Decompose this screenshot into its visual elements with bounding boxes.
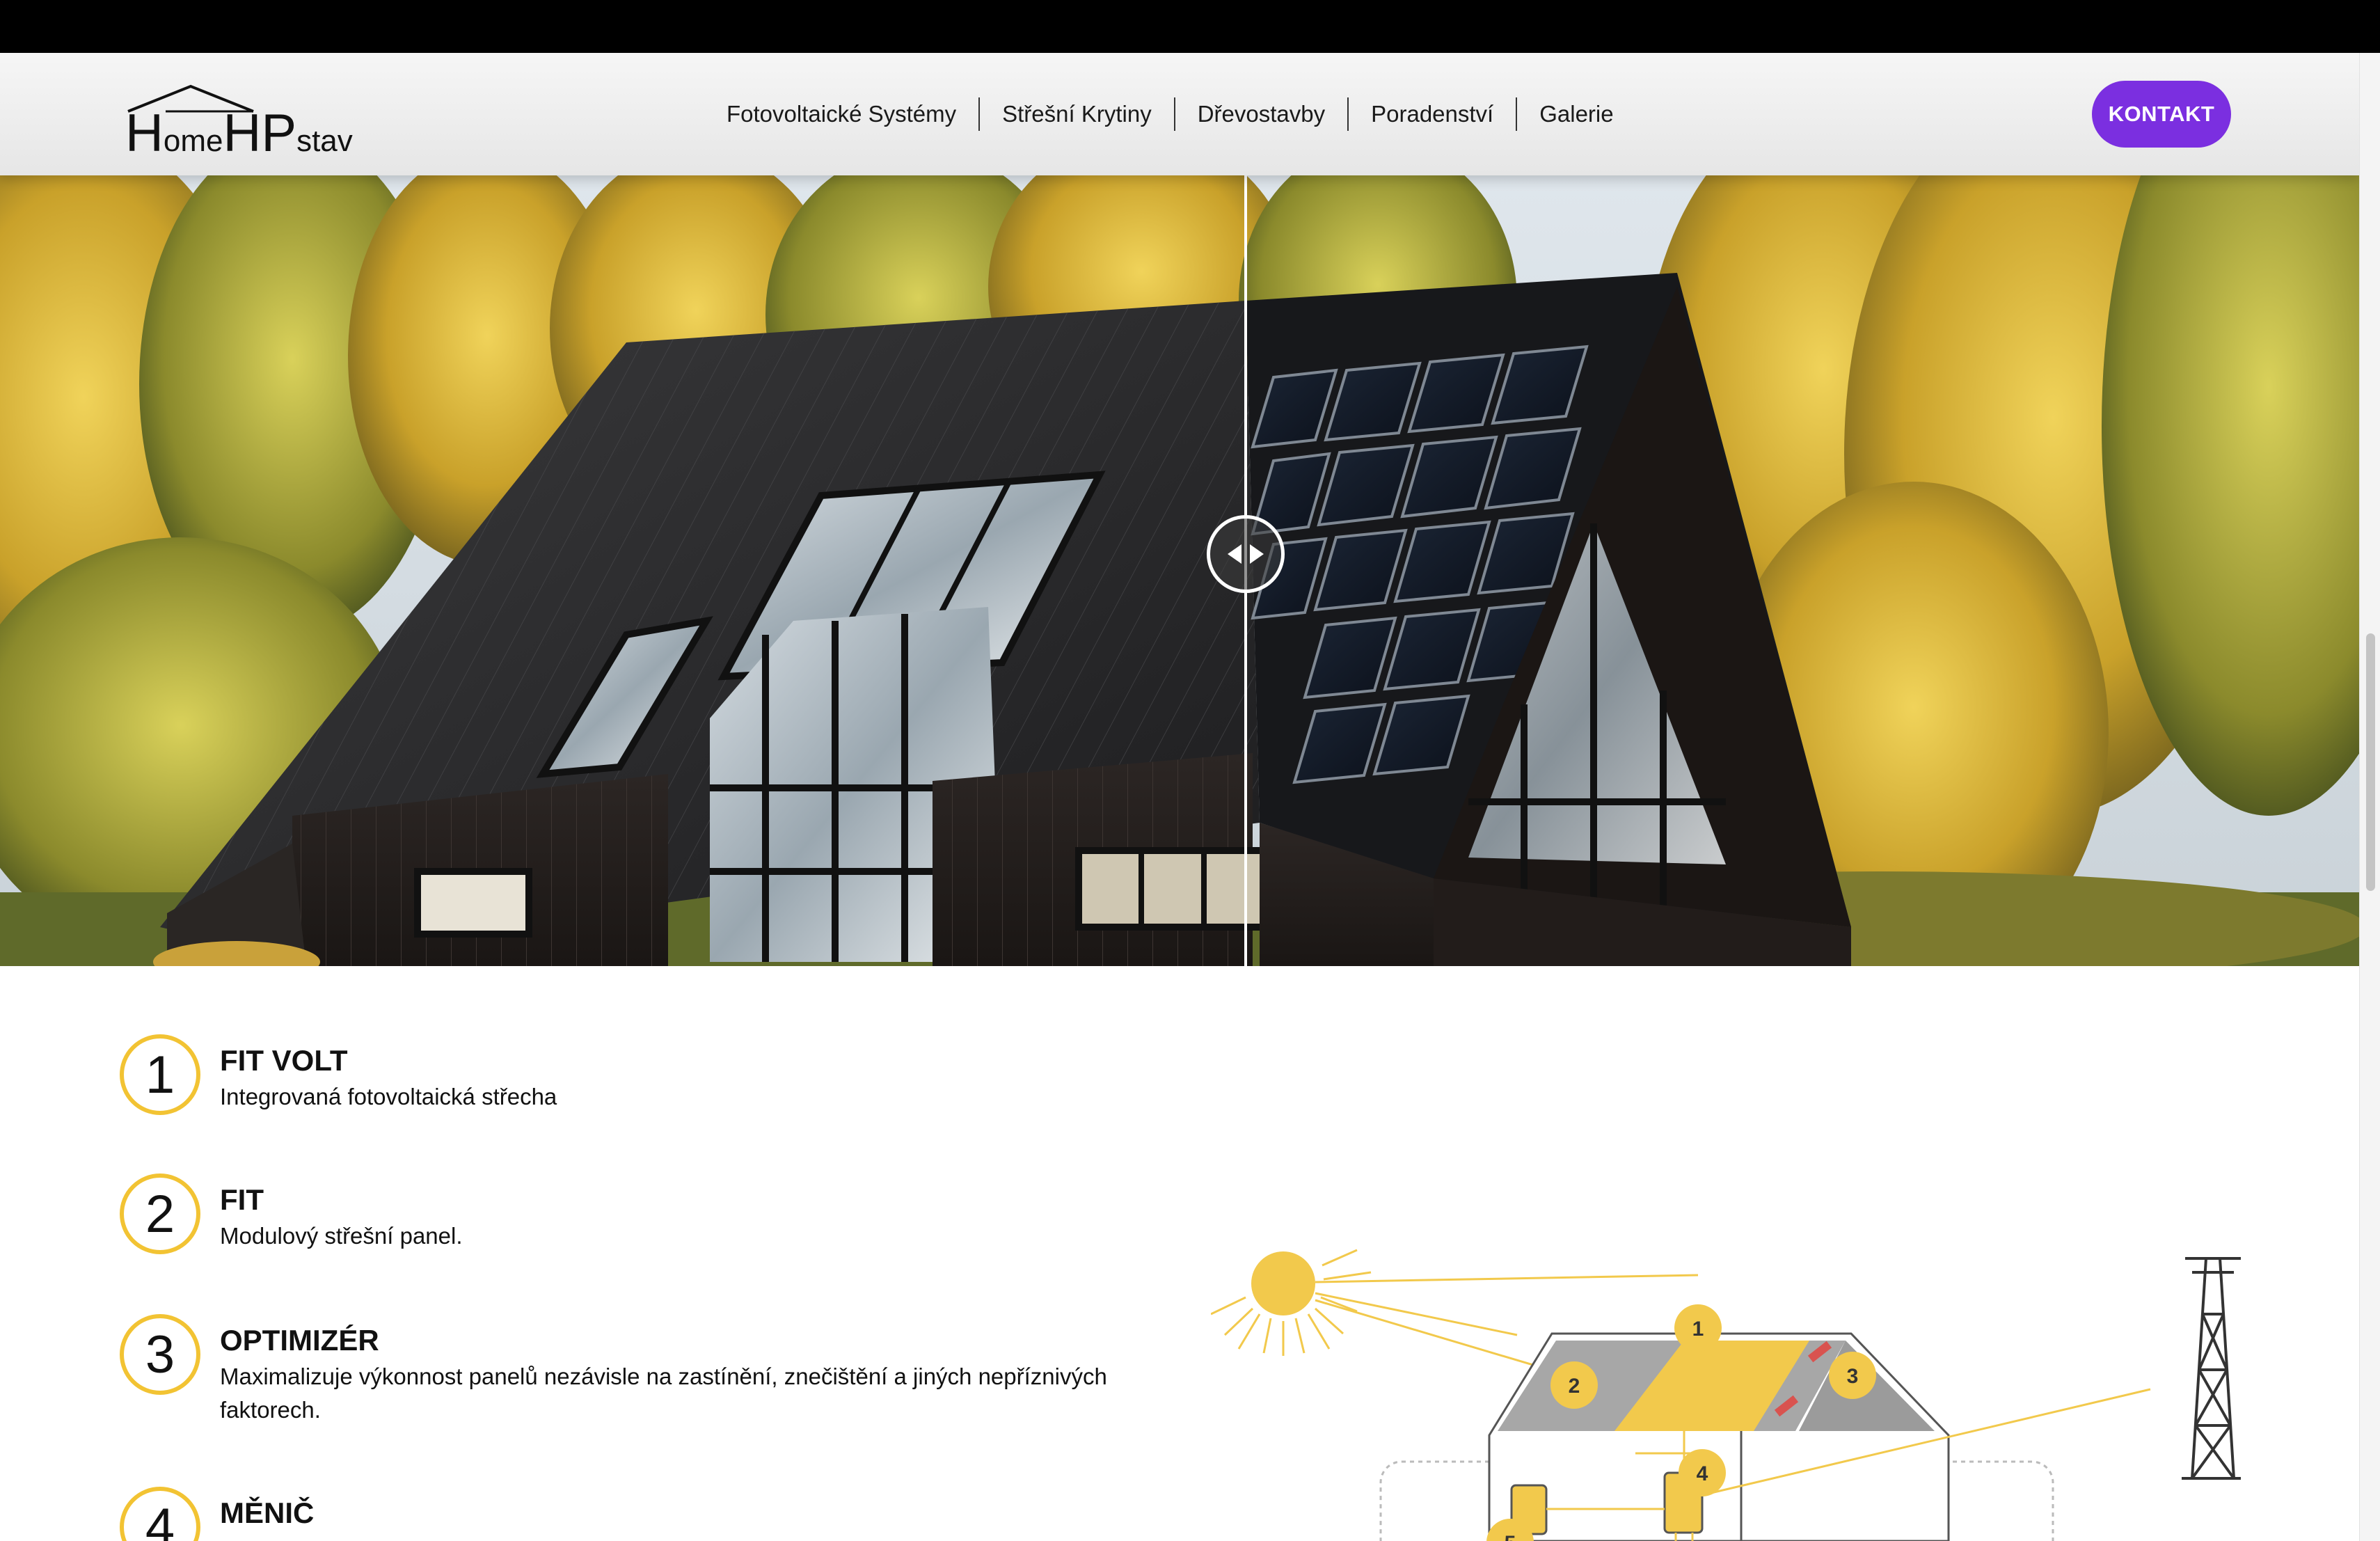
- nav-item-galerie[interactable]: Galerie: [1517, 93, 1635, 135]
- logo-hp: HP: [223, 104, 297, 163]
- house-icon: 1 2 3 4 5: [1210, 1249, 2244, 1541]
- main-navigation: Fotovoltaické Systémy Střešní Krytiny Dř…: [704, 93, 1636, 135]
- left-right-arrows-icon: [1228, 544, 1264, 564]
- power-pylon-icon: [2182, 1257, 2244, 1480]
- page-scrollbar[interactable]: [2359, 53, 2380, 1541]
- contact-button[interactable]: KONTAKT: [2092, 81, 2231, 148]
- page: HomeHPstav Fotovoltaické Systémy Střešní…: [0, 53, 2359, 1541]
- svg-text:1: 1: [1692, 1318, 1704, 1341]
- feature-title: MĚNIČ: [220, 1496, 315, 1529]
- feature-number: 1: [120, 1034, 200, 1115]
- svg-text:5: 5: [1505, 1532, 1516, 1541]
- compare-slider-handle[interactable]: [1207, 515, 1285, 593]
- logo-stav: stav: [296, 124, 353, 158]
- feature-number: 2: [120, 1173, 200, 1254]
- nav-item-stresni-krytiny[interactable]: Střešní Krytiny: [980, 93, 1174, 135]
- site-logo[interactable]: HomeHPstav: [124, 84, 354, 160]
- svg-text:4: 4: [1697, 1462, 1708, 1485]
- hero-house-image: [0, 175, 2359, 966]
- feature-description: Modulový střešní panel.: [220, 1223, 463, 1249]
- nav-item-poradenstvi[interactable]: Poradenství: [1349, 93, 1516, 135]
- browser-top-bar: [0, 0, 2380, 53]
- svg-text:3: 3: [1847, 1365, 1859, 1388]
- logo-home-initial: H: [125, 104, 164, 163]
- feature-number: 3: [120, 1314, 200, 1395]
- feature-title: FIT: [220, 1183, 264, 1216]
- site-header: HomeHPstav Fotovoltaické Systémy Střešní…: [0, 53, 2359, 175]
- hero-compare-slider[interactable]: [0, 175, 2359, 966]
- nav-item-fotovoltaicke-systemy[interactable]: Fotovoltaické Systémy: [704, 93, 978, 135]
- feature-title: FIT VOLT: [220, 1044, 348, 1077]
- logo-home-rest: ome: [163, 124, 223, 158]
- nav-item-drevostavby[interactable]: Dřevostavby: [1175, 93, 1347, 135]
- scrollbar-thumb[interactable]: [2366, 633, 2375, 891]
- logo-text: HomeHPstav: [125, 107, 353, 160]
- svg-text:2: 2: [1569, 1375, 1580, 1398]
- sun-icon: [1210, 1249, 1372, 1356]
- feature-description: Maximalizuje výkonnost panelů nezávisle …: [220, 1364, 1107, 1423]
- solar-system-diagram: 1 2 3 4 5: [1210, 1244, 2244, 1541]
- feature-title: OPTIMIZÉR: [220, 1324, 379, 1357]
- feature-number: 4: [120, 1487, 200, 1541]
- feature-description: Integrovaná fotovoltaická střecha: [220, 1084, 557, 1109]
